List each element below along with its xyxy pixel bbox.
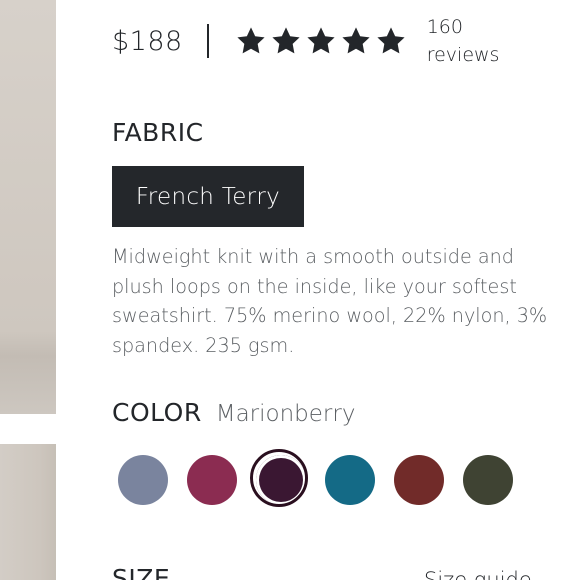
color-swatch[interactable]: [118, 455, 168, 505]
color-heading: COLOR: [112, 398, 202, 427]
color-row: COLOR Marionberry: [112, 398, 355, 427]
color-swatch[interactable]: [394, 455, 444, 505]
color-swatch[interactable]: [187, 455, 237, 505]
reviews-link[interactable]: 160 reviews: [427, 13, 500, 69]
price-rating-row: $188 160 reviews: [112, 14, 499, 68]
size-guide-link[interactable]: Size guide: [424, 568, 532, 580]
star-icon: [305, 25, 337, 57]
star-icon: [375, 25, 407, 57]
product-photo-partial-2[interactable]: [0, 444, 56, 580]
star-icon: [235, 25, 267, 57]
reviews-count: 160: [426, 16, 463, 38]
size-row: SIZE Size guide: [112, 564, 532, 580]
fabric-description: Midweight knit with a smooth outside and…: [112, 245, 548, 357]
color-swatches: [118, 449, 518, 507]
selected-color-name: Marionberry: [215, 401, 356, 427]
price: $188: [112, 25, 183, 57]
divider: [206, 24, 209, 58]
reviews-label: reviews: [426, 44, 500, 66]
product-detail-panel: $188 160 reviews FABRIC French Terry Mid…: [0, 0, 580, 580]
star-icon: [340, 25, 372, 57]
color-swatch[interactable]: [250, 449, 308, 507]
color-swatch[interactable]: [325, 455, 375, 505]
color-swatch[interactable]: [463, 455, 513, 505]
star-rating[interactable]: [235, 25, 407, 57]
fabric-option-button[interactable]: French Terry: [112, 166, 304, 227]
product-photo-partial[interactable]: [0, 0, 56, 414]
size-heading: SIZE: [112, 564, 171, 580]
fabric-heading: FABRIC: [112, 118, 204, 147]
star-icon: [270, 25, 302, 57]
